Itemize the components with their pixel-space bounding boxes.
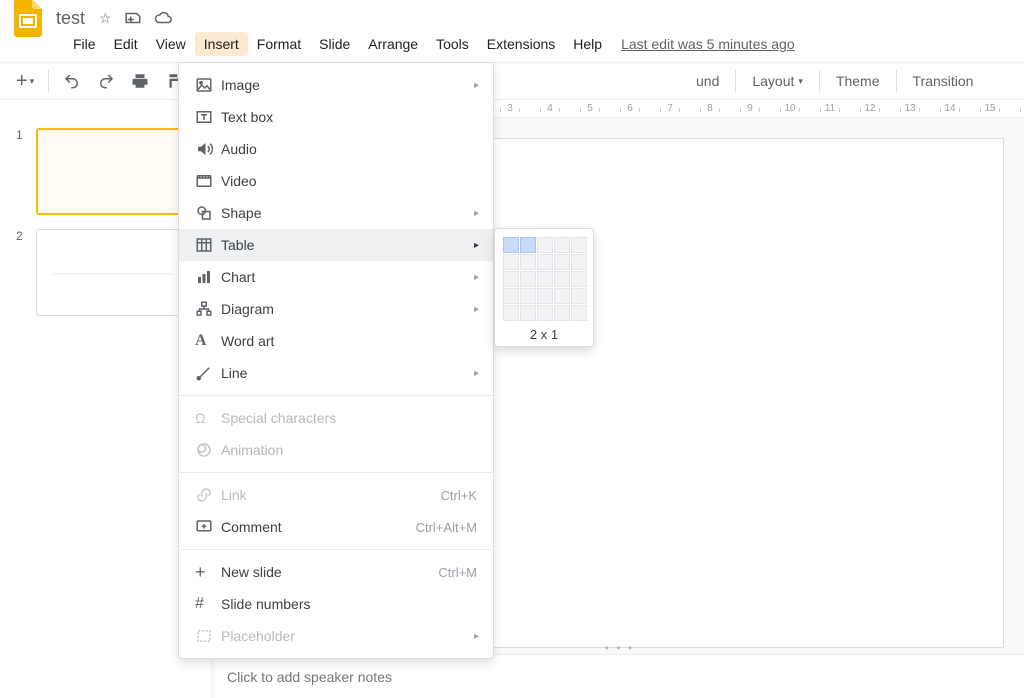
textbox-icon: [195, 108, 221, 126]
ruler-tick: 16: [1010, 103, 1024, 114]
ruler-tick: 8: [690, 103, 730, 114]
ruler-tick: 5: [570, 103, 610, 114]
wordart-icon: A: [195, 332, 221, 350]
ruler-tick: 4: [530, 103, 570, 114]
insert-diagram[interactable]: Diagram▸: [179, 293, 493, 325]
insert-line[interactable]: Line▸: [179, 357, 493, 389]
insert-table[interactable]: Table▸: [179, 229, 493, 261]
ruler-tick: 13: [890, 103, 930, 114]
insert-shape[interactable]: Shape▸: [179, 197, 493, 229]
menu-tools[interactable]: Tools: [427, 32, 478, 56]
insert-dropdown: Image▸ Text box Audio Video Shape▸ Table…: [178, 62, 494, 659]
separator: [896, 70, 897, 92]
diagram-icon: [195, 300, 221, 318]
ruler-tick: 9: [730, 103, 770, 114]
image-icon: [195, 76, 221, 94]
separator: [819, 70, 820, 92]
table-grid[interactable]: [503, 237, 587, 321]
cloud-icon[interactable]: [154, 9, 172, 27]
insert-animation: Animation: [179, 434, 493, 466]
main-area: 1 2: [0, 118, 1024, 698]
background-button[interactable]: und: [686, 69, 729, 93]
last-edit-link[interactable]: Last edit was 5 minutes ago: [621, 36, 795, 52]
insert-placeholder: Placeholder▸: [179, 620, 493, 652]
menu-insert[interactable]: Insert: [195, 32, 248, 56]
omega-icon: Ω: [195, 410, 221, 426]
video-icon: [195, 172, 221, 190]
slide-number: 2: [16, 229, 23, 243]
print-button[interactable]: [125, 66, 155, 96]
theme-button[interactable]: Theme: [826, 69, 890, 93]
shape-icon: [195, 204, 221, 222]
speaker-notes[interactable]: Click to add speaker notes: [215, 654, 1024, 698]
ruler-tick: 3: [490, 103, 530, 114]
ruler-tick: 15: [970, 103, 1010, 114]
insert-image[interactable]: Image▸: [179, 69, 493, 101]
new-slide-button[interactable]: +▾: [10, 66, 40, 96]
separator: [48, 70, 49, 92]
slide-thumb-2[interactable]: 2: [16, 229, 200, 316]
plus-icon: +: [195, 562, 221, 583]
menu-extensions[interactable]: Extensions: [478, 32, 564, 56]
separator: [735, 70, 736, 92]
link-icon: [195, 486, 221, 504]
redo-button[interactable]: [91, 66, 121, 96]
insert-chart[interactable]: Chart▸: [179, 261, 493, 293]
insert-slide-numbers[interactable]: # Slide numbers: [179, 588, 493, 620]
layout-button[interactable]: Layout▾: [742, 69, 813, 93]
ruler-tick: 6: [610, 103, 650, 114]
menu-slide[interactable]: Slide: [310, 32, 359, 56]
insert-special-characters: Ω Special characters: [179, 402, 493, 434]
table-icon: [195, 236, 221, 254]
insert-link: LinkCtrl+K: [179, 479, 493, 511]
table-size-label: 2 x 1: [503, 327, 585, 342]
ruler-tick: 12: [850, 103, 890, 114]
title-icons: ☆: [99, 9, 172, 27]
menubar: File Edit View Insert Format Slide Arran…: [8, 30, 1024, 58]
toolbar: +▾ und Layout▾ Theme Transition: [0, 62, 1024, 100]
insert-comment[interactable]: CommentCtrl+Alt+M: [179, 511, 493, 543]
ruler-tick: 14: [930, 103, 970, 114]
ruler-tick: 11: [810, 103, 850, 114]
doc-title[interactable]: test: [56, 8, 85, 29]
insert-textbox[interactable]: Text box: [179, 101, 493, 133]
menu-help[interactable]: Help: [564, 32, 611, 56]
menu-format[interactable]: Format: [248, 32, 310, 56]
star-icon[interactable]: ☆: [99, 10, 112, 27]
placeholder-icon: [195, 627, 221, 645]
insert-video[interactable]: Video: [179, 165, 493, 197]
menu-view[interactable]: View: [147, 32, 195, 56]
menu-edit[interactable]: Edit: [105, 32, 147, 56]
ruler-tick: 10: [770, 103, 810, 114]
insert-new-slide[interactable]: + New slideCtrl+M: [179, 556, 493, 588]
line-icon: [195, 364, 221, 382]
chart-icon: [195, 268, 221, 286]
hash-icon: #: [195, 595, 221, 613]
table-size-picker[interactable]: 2 x 1: [494, 228, 594, 347]
ruler-tick: 7: [650, 103, 690, 114]
audio-icon: [195, 140, 221, 158]
menu-file[interactable]: File: [64, 32, 105, 56]
transition-button[interactable]: Transition: [903, 69, 984, 93]
comment-icon: [195, 518, 221, 536]
move-icon[interactable]: [124, 9, 142, 27]
undo-button[interactable]: [57, 66, 87, 96]
titlebar: test ☆ File Edit View Insert Format Slid…: [0, 0, 1024, 62]
insert-wordart[interactable]: A Word art: [179, 325, 493, 357]
animation-icon: [195, 441, 221, 459]
slide-thumb-1[interactable]: 1: [16, 128, 200, 215]
insert-audio[interactable]: Audio: [179, 133, 493, 165]
slide-number: 1: [16, 128, 23, 142]
menu-arrange[interactable]: Arrange: [359, 32, 427, 56]
